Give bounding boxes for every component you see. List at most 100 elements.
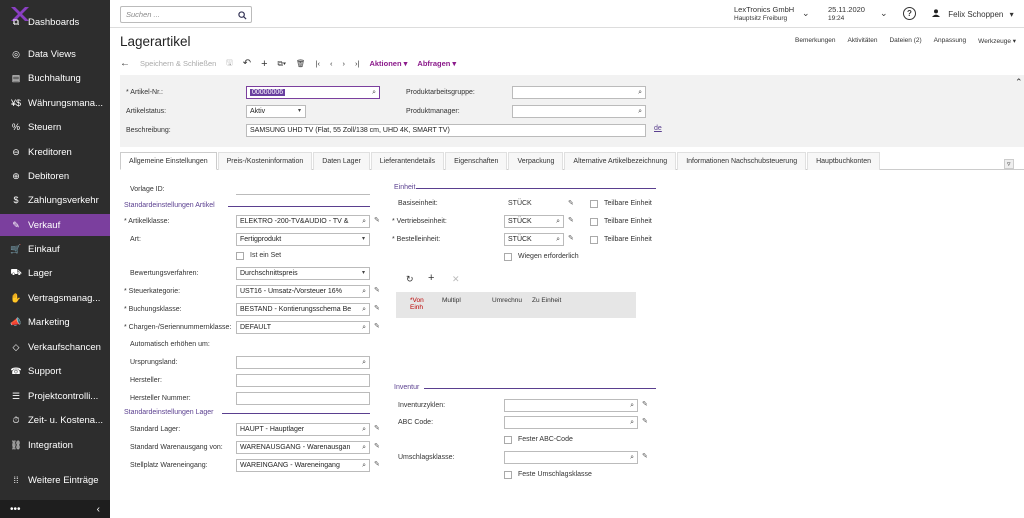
help-icon[interactable]: ? [903,7,916,20]
edit-pencil-icon[interactable]: ✎ [642,452,648,460]
link-bemerkungen[interactable]: Bemerkungen [795,37,835,45]
tab-daten-lager[interactable]: Daten Lager [313,152,370,170]
link-werkzeuge[interactable]: Werkzeuge ▾ [978,37,1016,45]
save-icon[interactable]: 🖫 [226,57,232,70]
first-record-icon[interactable]: |‹ [316,59,320,68]
edit-pencil-icon[interactable]: ✎ [568,199,574,207]
lookup-icon[interactable]: ⌕ [362,424,366,435]
lookup-icon[interactable]: ⌕ [638,106,642,117]
sidebar-item-data-views[interactable]: ◎ Data Views [0,43,110,65]
next-record-icon[interactable]: › [343,59,346,68]
tab-allgemeine[interactable]: Allgemeine Einstellungen [120,152,217,170]
lookup-icon[interactable]: ⌕ [630,452,634,463]
sidebar-item-projektcontrolli[interactable]: ☰ Projektcontrolli... [0,385,110,407]
actions-menu[interactable]: Aktionen ▾ [369,59,407,68]
manager-input[interactable]: ⌕ [512,105,646,118]
date-chevron-down-icon[interactable]: ⌄ [880,8,888,19]
lookup-icon[interactable]: ⌕ [556,216,560,227]
sidebar-item-steuern[interactable]: % Steuern [0,116,110,138]
collapse-sidebar-button[interactable]: ‹ [97,504,100,515]
sidebar-item-kreditoren[interactable]: ⊖ Kreditoren [0,141,110,163]
std-ausgang-input[interactable]: WARENAUSGANG - Warenausgan ⌕ [236,441,370,454]
teilbare-checkbox-3[interactable] [590,236,598,244]
sidebar-item-vertragsmanag[interactable]: ✋ Vertragsmanag... [0,287,110,309]
link-aktivitaeten[interactable]: Aktivitäten [847,37,877,45]
tab-alternative[interactable]: Alternative Artikelbezeichnung [564,152,677,170]
add-icon[interactable]: + [261,58,267,70]
edit-pencil-icon[interactable]: ✎ [374,216,380,224]
lookup-icon[interactable]: ⌕ [372,87,376,98]
fester-abc-checkbox[interactable] [504,436,512,444]
refresh-icon[interactable]: ↻ [406,274,414,285]
edit-pencil-icon[interactable]: ✎ [568,216,574,224]
vertrieb-input[interactable]: STÜCK ⌕ [504,215,564,228]
hersteller-nr-input[interactable] [236,392,370,405]
art-select[interactable]: Fertigprodukt ▾ [236,233,370,246]
lookup-icon[interactable]: ⌕ [556,234,560,245]
sidebar-item-zeit-u-kostena[interactable]: ⏱ Zeit- u. Kostena... [0,409,110,431]
add-row-icon[interactable]: + [428,272,434,284]
edit-pencil-icon[interactable]: ✎ [568,234,574,242]
lookup-icon[interactable]: ⌕ [362,286,366,297]
lookup-icon[interactable]: ⌕ [362,442,366,453]
sidebar-item-lager[interactable]: ⛟ Lager [0,262,110,284]
sidebar-item-verkauf[interactable]: ✎ Verkauf [0,214,110,236]
teilbare-checkbox-2[interactable] [590,218,598,226]
link-anpassung[interactable]: Anpassung [934,37,967,45]
previous-record-icon[interactable]: ‹ [330,59,333,68]
arbeitsgruppe-input[interactable]: ⌕ [512,86,646,99]
tab-overflow-icon[interactable]: ▿ [1004,159,1014,169]
grid-col-von-einheit[interactable]: *Von Einh [410,297,430,311]
stellplatz-input[interactable]: WAREINGANG - Wareneingang ⌕ [236,459,370,472]
bewertung-select[interactable]: Durchschnittspreis ▾ [236,267,370,280]
feste-umschlag-checkbox[interactable] [504,471,512,479]
company-chevron-down-icon[interactable]: ⌄ [802,8,810,19]
buchung-input[interactable]: BESTAND - Kontierungsschema Be ⌕ [236,303,370,316]
lookup-icon[interactable]: ⌕ [630,417,634,428]
sidebar-item-zahlungsverkehr[interactable]: $ Zahlungsverkehr [0,189,110,211]
user-menu[interactable]: Felix Schoppen ▾ [932,9,1014,19]
lookup-icon[interactable]: ⌕ [362,357,366,368]
edit-pencil-icon[interactable]: ✎ [374,286,380,294]
abc-input[interactable]: ⌕ [504,416,638,429]
undo-icon[interactable]: ↶ [243,58,251,69]
edit-pencil-icon[interactable]: ✎ [374,304,380,312]
sidebar-item-debitoren[interactable]: ⊕ Debitoren [0,165,110,187]
lookup-icon[interactable]: ⌕ [638,87,642,98]
search-input[interactable]: Suchen ... [120,6,252,23]
sidebar-item-verkaufschancen[interactable]: ◇ Verkaufschancen [0,336,110,358]
teilbare-checkbox-1[interactable] [590,200,598,208]
std-lager-input[interactable]: HAUPT - Hauptlager ⌕ [236,423,370,436]
lookup-icon[interactable]: ⌕ [362,460,366,471]
date-selector[interactable]: 25.11.2020 19:24 [828,5,865,23]
edit-pencil-icon[interactable]: ✎ [374,322,380,330]
tab-verpackung[interactable]: Verpackung [508,152,564,170]
last-record-icon[interactable]: ›| [355,59,359,68]
sidebar-item-einkauf[interactable]: 🛒 Einkauf [0,238,110,260]
umschlag-input[interactable]: ⌕ [504,451,638,464]
beschreibung-input[interactable]: SAMSUNG UHD TV (Flat, 55 Zoll/138 cm, UH… [246,124,646,137]
inventurzyklen-input[interactable]: ⌕ [504,399,638,412]
hersteller-input[interactable] [236,374,370,387]
lookup-icon[interactable]: ⌕ [362,304,366,315]
grid-col-zu-einheit[interactable]: Zu Einheit [532,297,561,304]
artikelklasse-input[interactable]: ELEKTRO -200-TV&AUDIO - TV & ⌕ [236,215,370,228]
grid-col-multipl[interactable]: Multipl [442,297,461,304]
link-dateien[interactable]: Dateien (2) [889,37,921,45]
tab-nachschub[interactable]: Informationen Nachschubsteuerung [677,152,807,170]
back-arrow-icon[interactable]: ← [120,58,130,69]
company-selector[interactable]: LexTronics GmbH Hauptsitz Freiburg [734,5,794,23]
queries-menu[interactable]: Abfragen ▾ [417,59,456,68]
chargen-input[interactable]: DEFAULT ⌕ [236,321,370,334]
bestell-input[interactable]: STÜCK ⌕ [504,233,564,246]
grid-col-umrechnung[interactable]: Umrechnu [492,297,522,304]
edit-pencil-icon[interactable]: ✎ [642,417,648,425]
status-select[interactable]: Aktiv ▾ [246,105,306,118]
sidebar-item-währungsmana[interactable]: ¥$ Währungsmana... [0,92,110,114]
edit-pencil-icon[interactable]: ✎ [374,424,380,432]
sidebar-item-integration[interactable]: ⛓ Integration [0,434,110,456]
sidebar-item-support[interactable]: ☎ Support [0,360,110,382]
ist-ein-set-checkbox[interactable] [236,252,244,260]
sidebar-item-dashboards[interactable]: ⧉ Dashboards [0,16,110,28]
lookup-icon[interactable]: ⌕ [362,322,366,333]
